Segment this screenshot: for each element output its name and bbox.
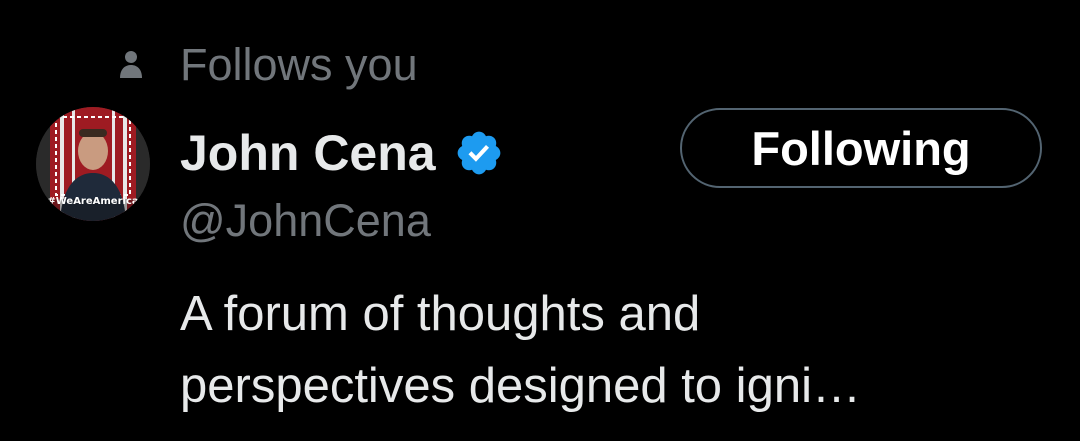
display-name[interactable]: John Cena xyxy=(180,128,436,178)
verified-badge-icon xyxy=(454,128,504,178)
social-context: Follows you xyxy=(116,34,418,94)
follows-you-label: Follows you xyxy=(180,38,418,90)
profile-handle[interactable]: @JohnCena xyxy=(180,196,431,246)
bio-line: perspectives designed to igni… xyxy=(180,359,861,413)
following-button[interactable]: Following xyxy=(680,108,1042,188)
avatar[interactable]: #WeAreAmerica xyxy=(36,107,150,221)
avatar-overlay-text: #WeAreAmerica xyxy=(47,196,139,207)
person-icon xyxy=(116,44,146,84)
profile-bio: A forum of thoughts and perspectives des… xyxy=(180,278,1060,422)
bio-line: A forum of thoughts and xyxy=(180,287,701,341)
profile-name-row: John Cena xyxy=(180,122,504,184)
